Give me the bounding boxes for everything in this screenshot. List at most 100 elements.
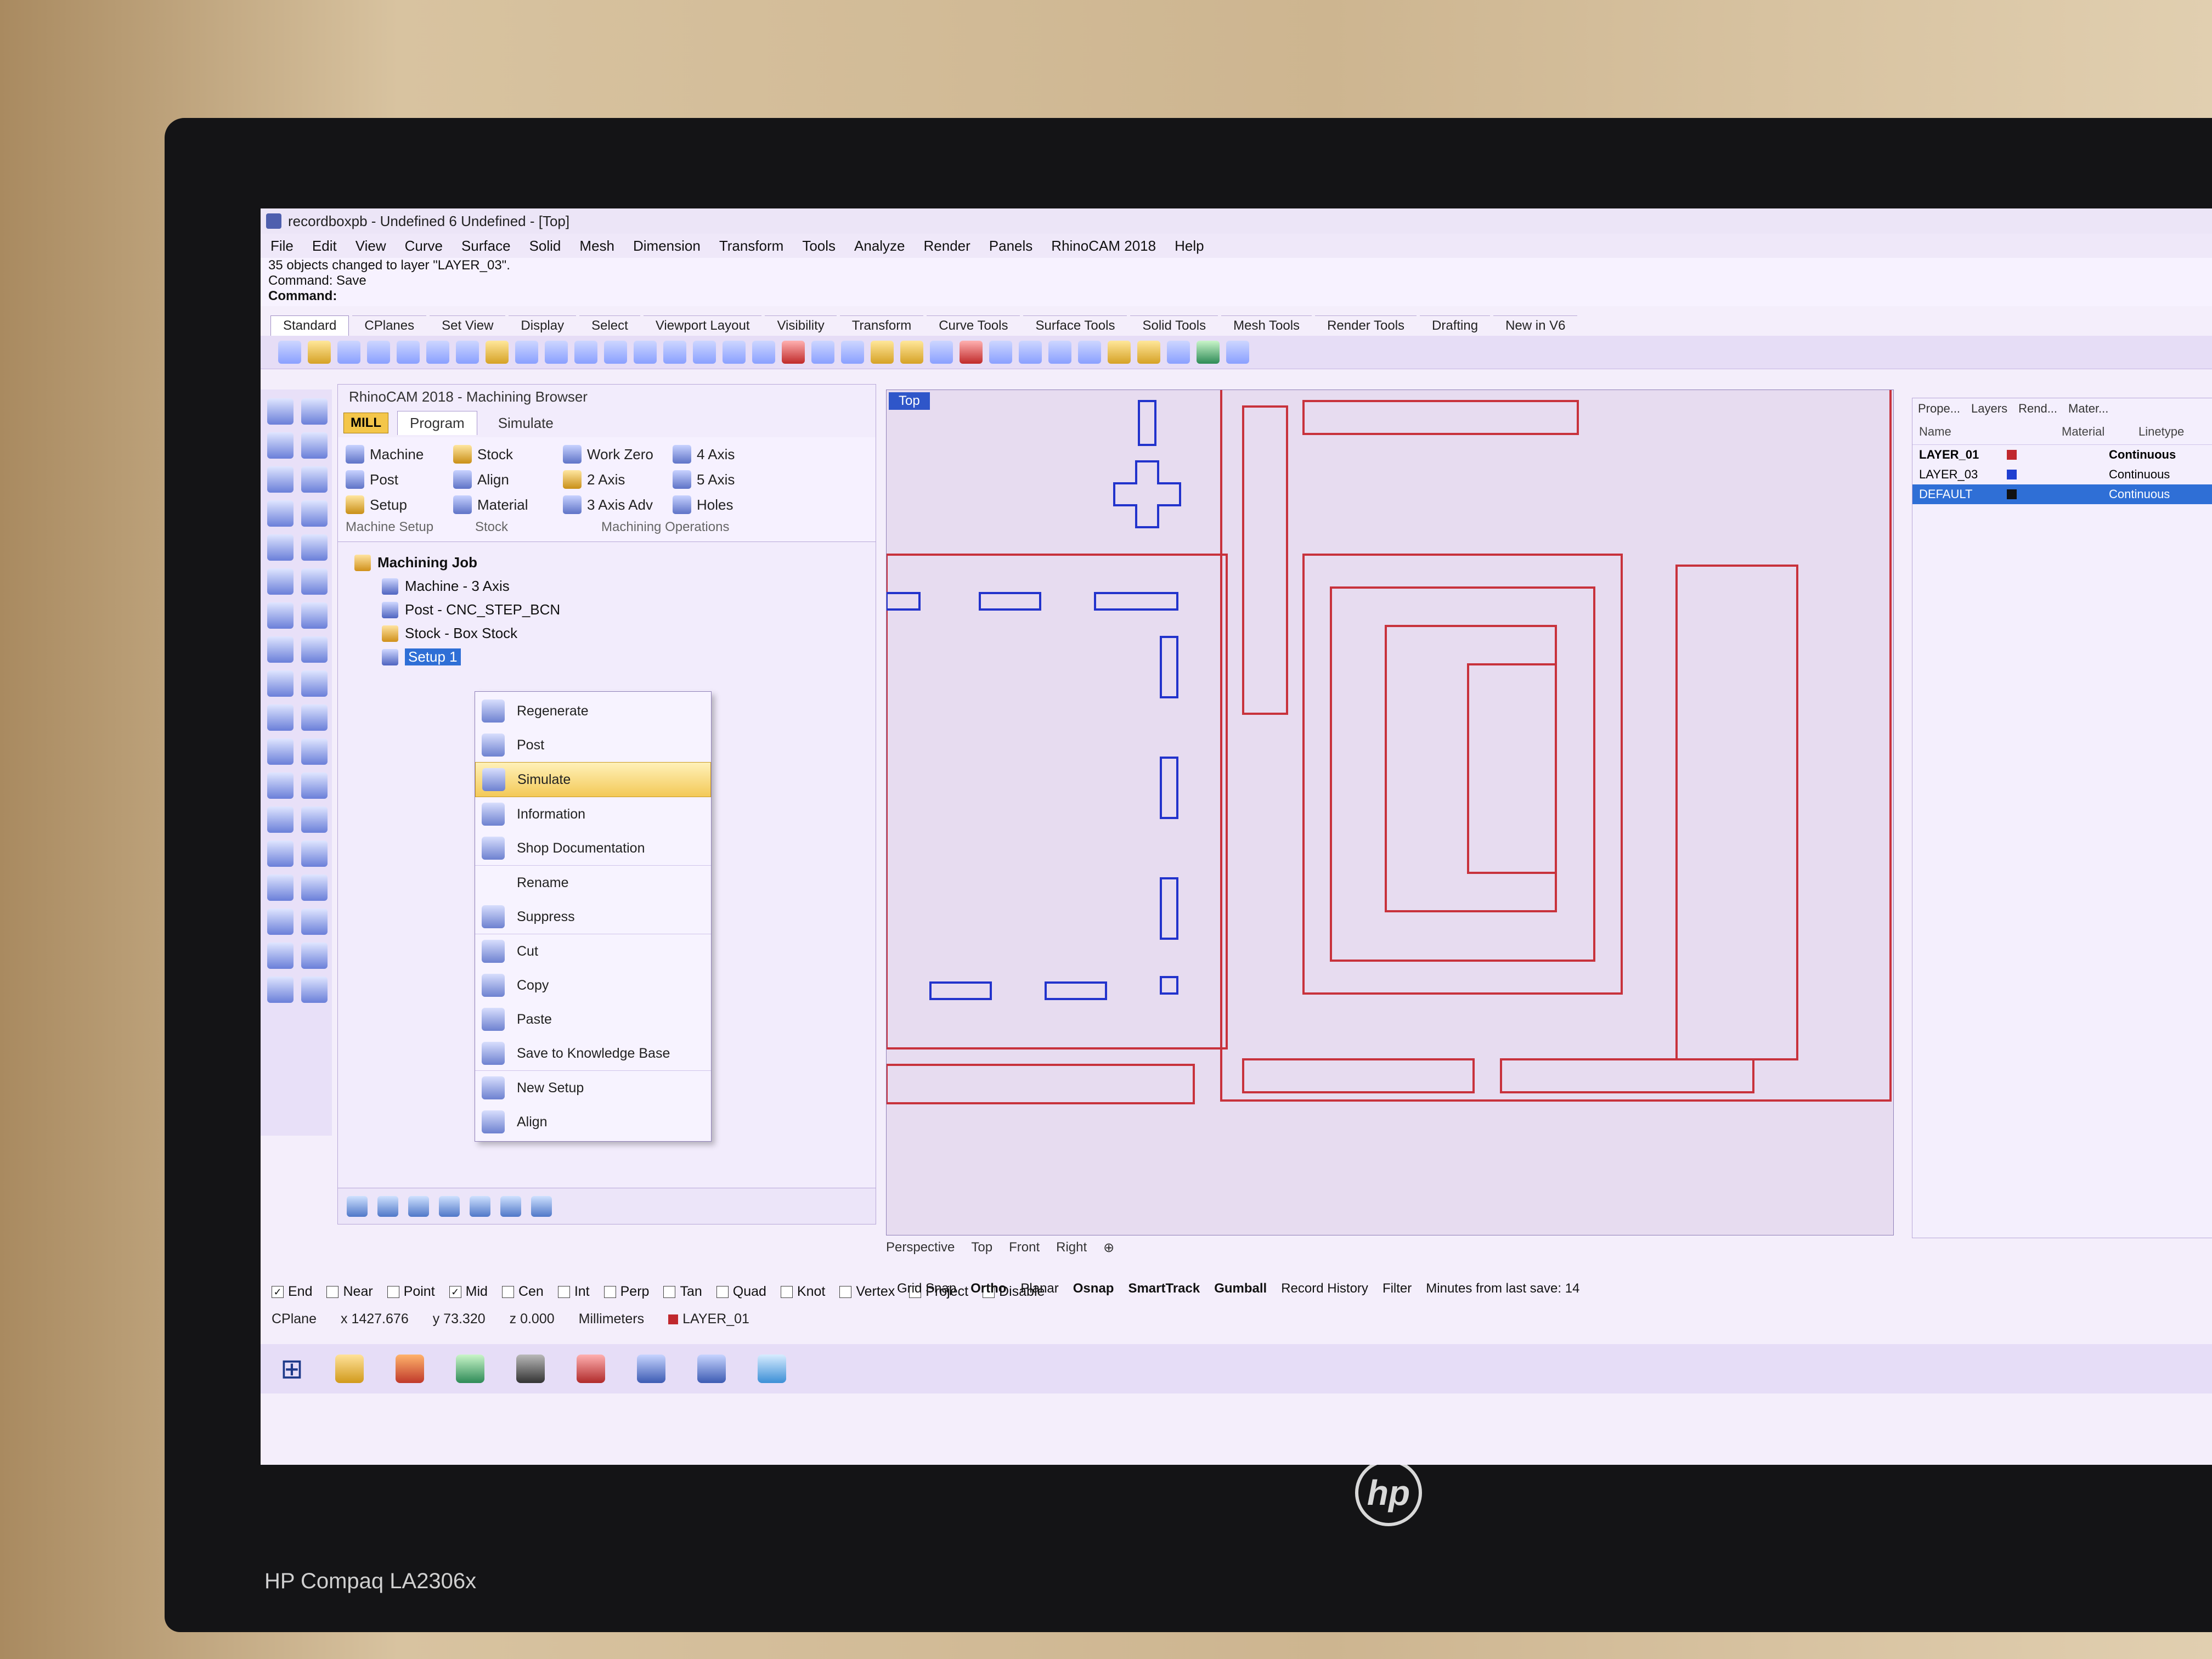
cplane-label[interactable]: CPlane [272,1311,317,1327]
zoom-extents-icon[interactable] [663,341,686,364]
firefox-icon[interactable] [395,1355,424,1383]
tree-stock[interactable]: Stock - Box Stock [354,622,876,645]
osnap-int[interactable]: Int [557,1284,590,1300]
osnap-perp[interactable]: Perp [603,1284,649,1300]
polyline-icon[interactable] [267,432,294,459]
material-icon[interactable] [960,341,983,364]
machine-button[interactable]: Machine [346,445,424,464]
fillet-icon[interactable] [301,534,328,561]
work-zero-button[interactable]: Work Zero [563,445,653,464]
app-icon[interactable] [455,1355,484,1383]
checkbox-icon[interactable] [557,1285,570,1298]
osnap-toggle[interactable]: Osnap [1073,1281,1114,1296]
4-axis-button[interactable]: 4 Axis [673,445,735,464]
tab-layers[interactable]: Layers [1971,402,2007,416]
menu-file[interactable]: File [270,238,294,255]
pan-hand-icon[interactable] [545,341,568,364]
move-icon[interactable] [574,341,597,364]
layer-color-swatch[interactable] [2007,450,2017,460]
tab-rendering[interactable]: Rend... [2018,402,2057,416]
menu-regenerate[interactable]: Regenerate [475,694,711,728]
checkbox-icon[interactable] [716,1285,729,1298]
lock-icon[interactable] [930,341,953,364]
open-folder-icon[interactable] [308,341,331,364]
layer-row[interactable]: LAYER_01 Continuous [1912,445,2212,465]
point-icon[interactable] [301,398,328,425]
tab-simulate[interactable]: Simulate [486,411,566,435]
osnap-vertex[interactable]: Vertex [839,1284,895,1300]
2-axis-button[interactable]: 2 Axis [563,470,625,489]
rotate-view-icon[interactable] [723,341,746,364]
dimension-icon[interactable] [301,806,328,833]
menu-rename[interactable]: Rename [475,865,711,900]
checkbox-icon[interactable]: ✓ [272,1285,284,1298]
align-icon[interactable] [301,909,328,935]
tree-machine[interactable]: Machine - 3 Axis [354,574,876,598]
array-icon[interactable] [267,909,294,935]
expand-icon[interactable] [470,1195,490,1217]
menu-tools[interactable]: Tools [802,238,836,255]
osnap-quad[interactable]: Quad [716,1284,766,1300]
rhinocam-icon[interactable] [697,1355,726,1383]
trim-icon[interactable] [301,670,328,697]
ruler-icon[interactable] [301,874,328,901]
layer-color-swatch[interactable] [2007,470,2017,479]
options-gear-icon[interactable] [1137,341,1160,364]
grid-snap-toggle[interactable]: Grid Snap [897,1281,956,1296]
help-icon[interactable] [1226,341,1249,364]
layer-icon[interactable] [301,977,328,1003]
osnap-point[interactable]: Point [387,1284,435,1300]
split-icon[interactable] [267,704,294,731]
extrude-icon[interactable] [267,874,294,901]
transform-icon[interactable] [267,840,294,867]
menu-paste[interactable]: Paste [475,1002,711,1036]
checkbox-icon[interactable] [501,1285,514,1298]
setup-button[interactable]: Setup [346,495,407,514]
tab-materials[interactable]: Mater... [2068,402,2108,416]
offset-icon[interactable] [267,772,294,799]
smarttrack-toggle[interactable]: SmartTrack [1128,1281,1200,1296]
menu-cut[interactable]: Cut [475,934,711,968]
save-icon[interactable] [337,341,360,364]
checkbox-icon[interactable] [603,1285,616,1298]
check-icon[interactable] [301,943,328,969]
tab-curve-tools[interactable]: Curve Tools [927,315,1020,336]
menu-copy[interactable]: Copy [475,968,711,1002]
print-icon[interactable] [367,341,390,364]
checkbox-icon[interactable] [326,1285,339,1298]
tab-right[interactable]: Right [1056,1240,1087,1256]
menu-curve[interactable]: Curve [405,238,443,255]
menu-dimension[interactable]: Dimension [633,238,701,255]
cut-icon[interactable] [426,341,449,364]
osnap-mid[interactable]: ✓ Mid [449,1284,488,1300]
text-icon[interactable] [267,806,294,833]
mesh-icon[interactable] [301,636,328,663]
tab-transform[interactable]: Transform [839,315,924,336]
tab-solid-tools[interactable]: Solid Tools [1130,315,1218,336]
checkbox-icon[interactable]: ✓ [449,1285,461,1298]
tab-viewport-layout[interactable]: Viewport Layout [643,315,762,336]
osnap-end[interactable]: ✓ End [272,1284,312,1300]
record-history-toggle[interactable]: Record History [1281,1281,1368,1296]
copy-icon[interactable] [456,341,479,364]
menu-align[interactable]: Align [475,1105,711,1139]
ortho-toggle[interactable]: Ortho [970,1281,1006,1296]
holes-button[interactable]: Holes [673,495,733,514]
tree-post[interactable]: Post - CNC_STEP_BCN [354,598,876,622]
gumball-toggle[interactable]: Gumball [1214,1281,1267,1296]
rhino-icon[interactable] [516,1355,545,1383]
post-button[interactable]: Post [346,470,398,489]
menu-transform[interactable]: Transform [719,238,784,255]
drawing-canvas[interactable] [887,390,1893,1235]
select-icon[interactable] [811,341,834,364]
layer-row[interactable]: LAYER_03 Continuous [1912,465,2212,484]
new-file-icon[interactable] [278,341,301,364]
zoom-selected-icon[interactable] [693,341,716,364]
tab-program[interactable]: Program [397,411,477,435]
viewport-label[interactable]: Top [889,392,930,410]
planar-toggle[interactable]: Planar [1020,1281,1058,1296]
curve-icon[interactable] [301,432,328,459]
tab-surface-tools[interactable]: Surface Tools [1023,315,1127,336]
file-explorer-icon[interactable] [335,1355,364,1383]
boolean-icon[interactable] [301,602,328,629]
